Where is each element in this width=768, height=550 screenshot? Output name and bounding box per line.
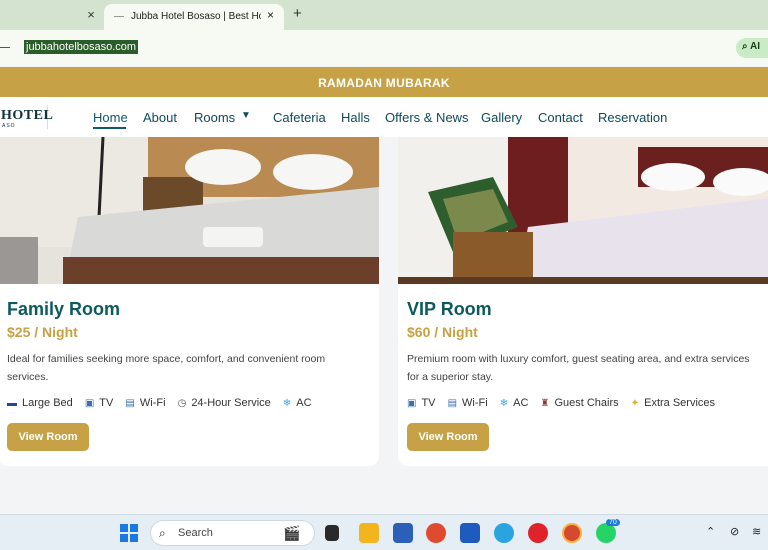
room-card-vip: VIP Room $60 / Night Premium room with l… [398,137,768,466]
family-room-photo [0,137,379,284]
wifi-icon: ▤ [447,398,458,409]
amenity-item: ▤ Wi-Fi [125,397,165,409]
wifi-icon: ▤ [125,398,135,409]
taskbar-search-input[interactable]: ⌕ Search 🎬 [150,520,315,546]
notification-badge: 70 [606,519,620,526]
amenity-item: ❄ AC [500,397,529,409]
nav-rooms[interactable]: Rooms [194,110,235,125]
active-tab[interactable]: Jubba Hotel Bosaso | Best Hotel × [104,4,284,30]
amenity-label: Wi-Fi [139,397,166,409]
address-bar: jubbahotelbosaso.com ⌕ AI [0,30,768,66]
amenity-item: ▣ TV [407,397,436,409]
room-name: Family Room [7,299,121,319]
amenity-item: ♜ Guest Chairs [540,397,618,409]
network-off-icon[interactable]: ⊘ [730,525,739,538]
tab-close-button[interactable]: × [267,8,274,22]
snowflake-icon: ❄ [499,398,509,409]
announcement-banner: RAMADAN MUBARAK [0,67,768,97]
room-card-family: Family Room $25 / Night Ideal for famili… [0,137,379,466]
amenity-list: ▣ TV ▤ Wi-Fi ❄ AC ♜ Guest Chairs ✦ Extra Serv… [407,397,724,409]
view-room-button[interactable]: View Room [7,423,89,451]
site-info-icon[interactable] [0,47,10,48]
amenity-item: ◷ 24-Hour Service [178,397,271,409]
sparkle-icon: ✦ [630,398,640,409]
nav-home[interactable]: Home [93,110,128,125]
amenity-label: Wi-Fi [462,397,488,409]
new-tab-button[interactable]: + [293,5,302,22]
chevron-up-icon[interactable]: ⌃ [706,525,715,538]
chair-icon: ♜ [540,398,550,409]
search-highlight-icon: 🎬 [283,525,301,541]
nav-about[interactable]: About [143,110,177,125]
word-icon[interactable] [460,523,480,543]
rooms-dropdown-caret-icon[interactable]: ▼ [241,110,251,121]
clock-icon: ◷ [177,398,187,409]
amenity-item: ▣ TV [85,397,114,409]
amenity-label: Guest Chairs [554,397,619,409]
store-icon[interactable] [393,523,413,543]
file-explorer-icon[interactable] [359,523,379,543]
vip-room-photo [398,137,768,284]
amenity-label: 24-Hour Service [191,397,271,409]
amenity-label: TV [99,397,114,409]
room-description: Ideal for families seeking more space, c… [7,353,326,383]
amenity-item: ❄ AC [283,397,312,409]
amenity-label: Extra Services [644,397,716,409]
tv-icon: ▣ [407,398,417,409]
search-placeholder: Search [178,527,213,539]
nav-gallery[interactable]: Gallery [481,110,522,125]
opera-icon[interactable] [528,523,548,543]
nav-reservation[interactable]: Reservation [598,110,667,125]
chrome-icon[interactable] [426,523,446,543]
amenity-item: ▬ Large Bed [7,397,73,409]
browser-tab-strip: × Jubba Hotel Bosaso | Best Hotel × + [0,0,768,30]
ai-mode-button[interactable]: ⌕ AI [736,38,768,58]
nav-contact[interactable]: Contact [538,110,583,125]
nav-offers-news[interactable]: Offers & News [385,110,469,125]
room-price: $60 / Night [407,324,478,340]
amenity-label: AC [296,397,312,409]
windows-start-icon[interactable] [120,524,138,542]
amenity-label: AC [513,397,529,409]
telegram-icon[interactable] [494,523,514,543]
amenity-label: Large Bed [22,397,73,409]
room-price: $25 / Night [7,324,78,340]
nav-active-indicator [93,127,126,129]
nav-halls[interactable]: Halls [341,110,370,125]
wifi-tray-icon[interactable]: ≋ [752,525,761,538]
logo-text: HOTEL [1,108,54,123]
amenity-item: ▤ Wi-Fi [448,397,488,409]
tab-title: Jubba Hotel Bosaso | Best Hotel [131,11,261,22]
room-description: Premium room with luxury comfort, guest … [407,353,750,383]
bed-icon: ▬ [7,398,17,409]
view-room-button[interactable]: View Room [407,423,489,451]
amenity-list: ▬ Large Bed ▣ TV ▤ Wi-Fi ◷ 24-Hour Service ❄… [7,397,321,409]
windows-taskbar: ⌕ Search 🎬 70 ⌃ ⊘ ≋ [0,514,768,550]
url-field[interactable]: jubbahotelbosaso.com [24,40,139,54]
amenity-item: ✦ Extra Services [631,397,715,409]
tab-favicon-icon [114,16,124,17]
whatsapp-icon[interactable] [596,523,616,543]
nav-cafeteria[interactable]: Cafeteria [273,110,326,125]
tv-icon: ▣ [84,398,95,409]
snowflake-icon: ❄ [282,398,292,409]
room-name: VIP Room [407,299,492,319]
site-navbar: HOTEL ASO Home About Rooms ▼ Cafeteria H… [0,97,768,137]
ai-label: AI [750,41,761,52]
search-sparkle-icon: ⌕ [742,41,748,52]
amenity-label: TV [421,397,436,409]
previous-tab-close-button[interactable]: × [84,7,98,22]
banner-text: RAMADAN MUBARAK [318,76,450,90]
chrome-active-icon[interactable] [562,523,582,543]
hotel-logo[interactable]: HOTEL ASO [0,105,53,129]
logo-subtext: ASO [2,123,16,129]
task-view-icon[interactable] [325,525,339,541]
search-icon: ⌕ [159,526,166,540]
